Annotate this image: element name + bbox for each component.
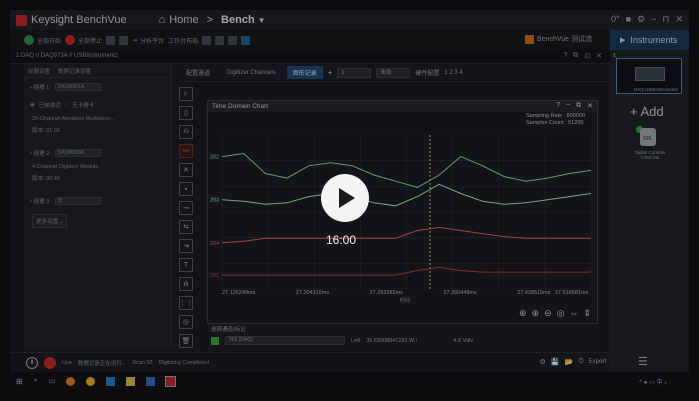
- play-button[interactable]: [321, 174, 369, 222]
- play-icon: [339, 188, 355, 208]
- video-timecode: 16:00: [326, 233, 357, 247]
